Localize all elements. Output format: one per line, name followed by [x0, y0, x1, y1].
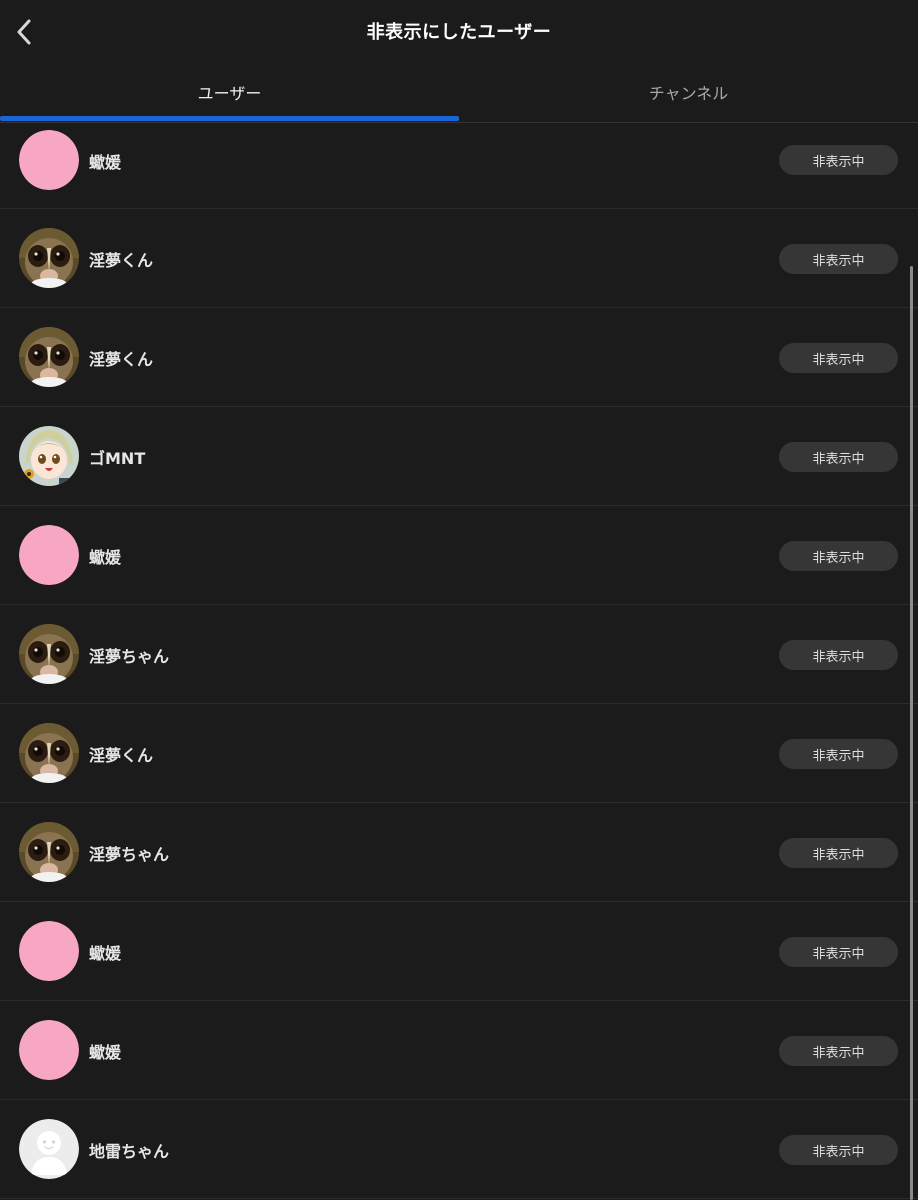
user-name: 淫夢くん: [89, 251, 154, 270]
user-name: 蠍媛: [89, 1043, 122, 1062]
hidden-status-button[interactable]: 非表示中: [779, 541, 898, 571]
tab-bar: ユーザー チャンネル: [0, 64, 918, 123]
user-name: ゴMNT: [89, 449, 146, 468]
user-avatar[interactable]: [19, 130, 79, 190]
user-row[interactable]: 蠍媛 非表示中: [0, 506, 918, 605]
hidden-status-button[interactable]: 非表示中: [779, 343, 898, 373]
header-bar: 非表示にしたユーザー: [0, 0, 918, 64]
user-avatar[interactable]: [19, 822, 79, 882]
user-avatar[interactable]: [19, 525, 79, 585]
user-name: 地雷ちゃん: [89, 1142, 170, 1161]
hidden-status-button[interactable]: 非表示中: [779, 442, 898, 472]
user-row[interactable]: 蠍媛 非表示中: [0, 1001, 918, 1100]
hidden-status-button[interactable]: 非表示中: [779, 145, 898, 175]
user-avatar[interactable]: [19, 921, 79, 981]
user-row[interactable]: 地雷ちゃん 非表示中: [0, 1100, 918, 1199]
hidden-status-button[interactable]: 非表示中: [779, 838, 898, 868]
user-name: 淫夢ちゃん: [89, 647, 170, 666]
user-avatar[interactable]: [19, 624, 79, 684]
user-row[interactable]: ゴMNT 非表示中: [0, 407, 918, 506]
user-name: 淫夢ちゃん: [89, 845, 170, 864]
scrollbar[interactable]: [910, 266, 913, 1200]
user-row[interactable]: 蠍媛 非表示中: [0, 122, 918, 209]
user-name: 淫夢くん: [89, 746, 154, 765]
hidden-status-button[interactable]: 非表示中: [779, 937, 898, 967]
active-tab-indicator: [0, 116, 459, 121]
user-row[interactable]: 淫夢ちゃん 非表示中: [0, 803, 918, 902]
user-avatar[interactable]: [19, 1119, 79, 1179]
hidden-status-button[interactable]: 非表示中: [779, 1036, 898, 1066]
hidden-status-button[interactable]: 非表示中: [779, 640, 898, 670]
tab-users[interactable]: ユーザー: [0, 64, 459, 120]
user-avatar[interactable]: [19, 1020, 79, 1080]
user-name: 蠍媛: [89, 153, 122, 172]
user-name: 蠍媛: [89, 548, 122, 567]
user-avatar[interactable]: [19, 327, 79, 387]
user-avatar[interactable]: [19, 228, 79, 288]
user-avatar[interactable]: [19, 723, 79, 783]
user-row[interactable]: 淫夢くん 非表示中: [0, 308, 918, 407]
tab-channels[interactable]: チャンネル: [459, 64, 918, 120]
user-avatar[interactable]: [19, 426, 79, 486]
user-name: 蠍媛: [89, 944, 122, 963]
hidden-status-button[interactable]: 非表示中: [779, 244, 898, 274]
hidden-status-button[interactable]: 非表示中: [779, 1135, 898, 1165]
page-title: 非表示にしたユーザー: [366, 22, 552, 43]
hidden-users-list: 蠍媛 非表示中 淫夢くん 非表示中 淫夢くん 非表示中 ゴMNT 非表示中 蠍媛 非表示中 淫夢ちゃ…: [0, 122, 918, 1199]
user-row[interactable]: 淫夢くん 非表示中: [0, 704, 918, 803]
user-row[interactable]: 蠍媛 非表示中: [0, 902, 918, 1001]
user-name: 淫夢くん: [89, 350, 154, 369]
hidden-status-button[interactable]: 非表示中: [779, 739, 898, 769]
user-row[interactable]: 淫夢ちゃん 非表示中: [0, 605, 918, 704]
user-row[interactable]: 淫夢くん 非表示中: [0, 209, 918, 308]
